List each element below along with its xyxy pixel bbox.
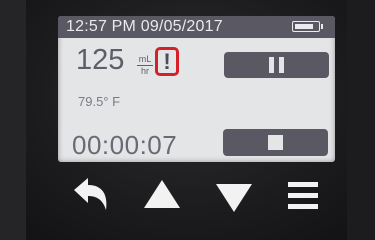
temperature-reading: 79.5° F xyxy=(78,94,121,109)
elapsed-timer: 00:00:07 xyxy=(72,130,178,160)
status-bar: 12:57 PM 09/05/2017 xyxy=(58,16,335,38)
rate-value: 125 xyxy=(76,44,125,76)
display-screen: 12:57 PM 09/05/2017 125 mL hr ! 79.5° F … xyxy=(58,16,335,162)
pause-button[interactable] xyxy=(224,52,329,78)
rate-unit-top: mL xyxy=(138,54,152,64)
pause-icon-bar-2 xyxy=(279,57,284,73)
hardware-controls xyxy=(0,170,375,230)
alert-badge[interactable]: ! xyxy=(155,47,179,76)
datetime-text: 12:57 PM 09/05/2017 xyxy=(66,18,223,35)
alert-icon: ! xyxy=(163,48,171,74)
pump-device: 12:57 PM 09/05/2017 125 mL hr ! 79.5° F … xyxy=(0,0,375,240)
battery-level-fill xyxy=(295,24,313,29)
down-arrow-icon xyxy=(216,184,252,212)
battery-icon xyxy=(292,21,323,32)
pause-icon xyxy=(269,57,274,73)
rate-unit: mL hr xyxy=(137,55,153,76)
up-button[interactable] xyxy=(134,170,190,226)
rate-unit-bottom: hr xyxy=(140,66,149,76)
back-arrow-icon xyxy=(74,178,107,210)
menu-button[interactable] xyxy=(278,170,334,226)
up-arrow-icon xyxy=(144,180,180,208)
stop-button[interactable] xyxy=(223,129,328,156)
stop-icon xyxy=(268,135,283,150)
down-button[interactable] xyxy=(206,170,262,226)
back-button[interactable] xyxy=(64,170,120,226)
menu-icon xyxy=(288,182,318,209)
